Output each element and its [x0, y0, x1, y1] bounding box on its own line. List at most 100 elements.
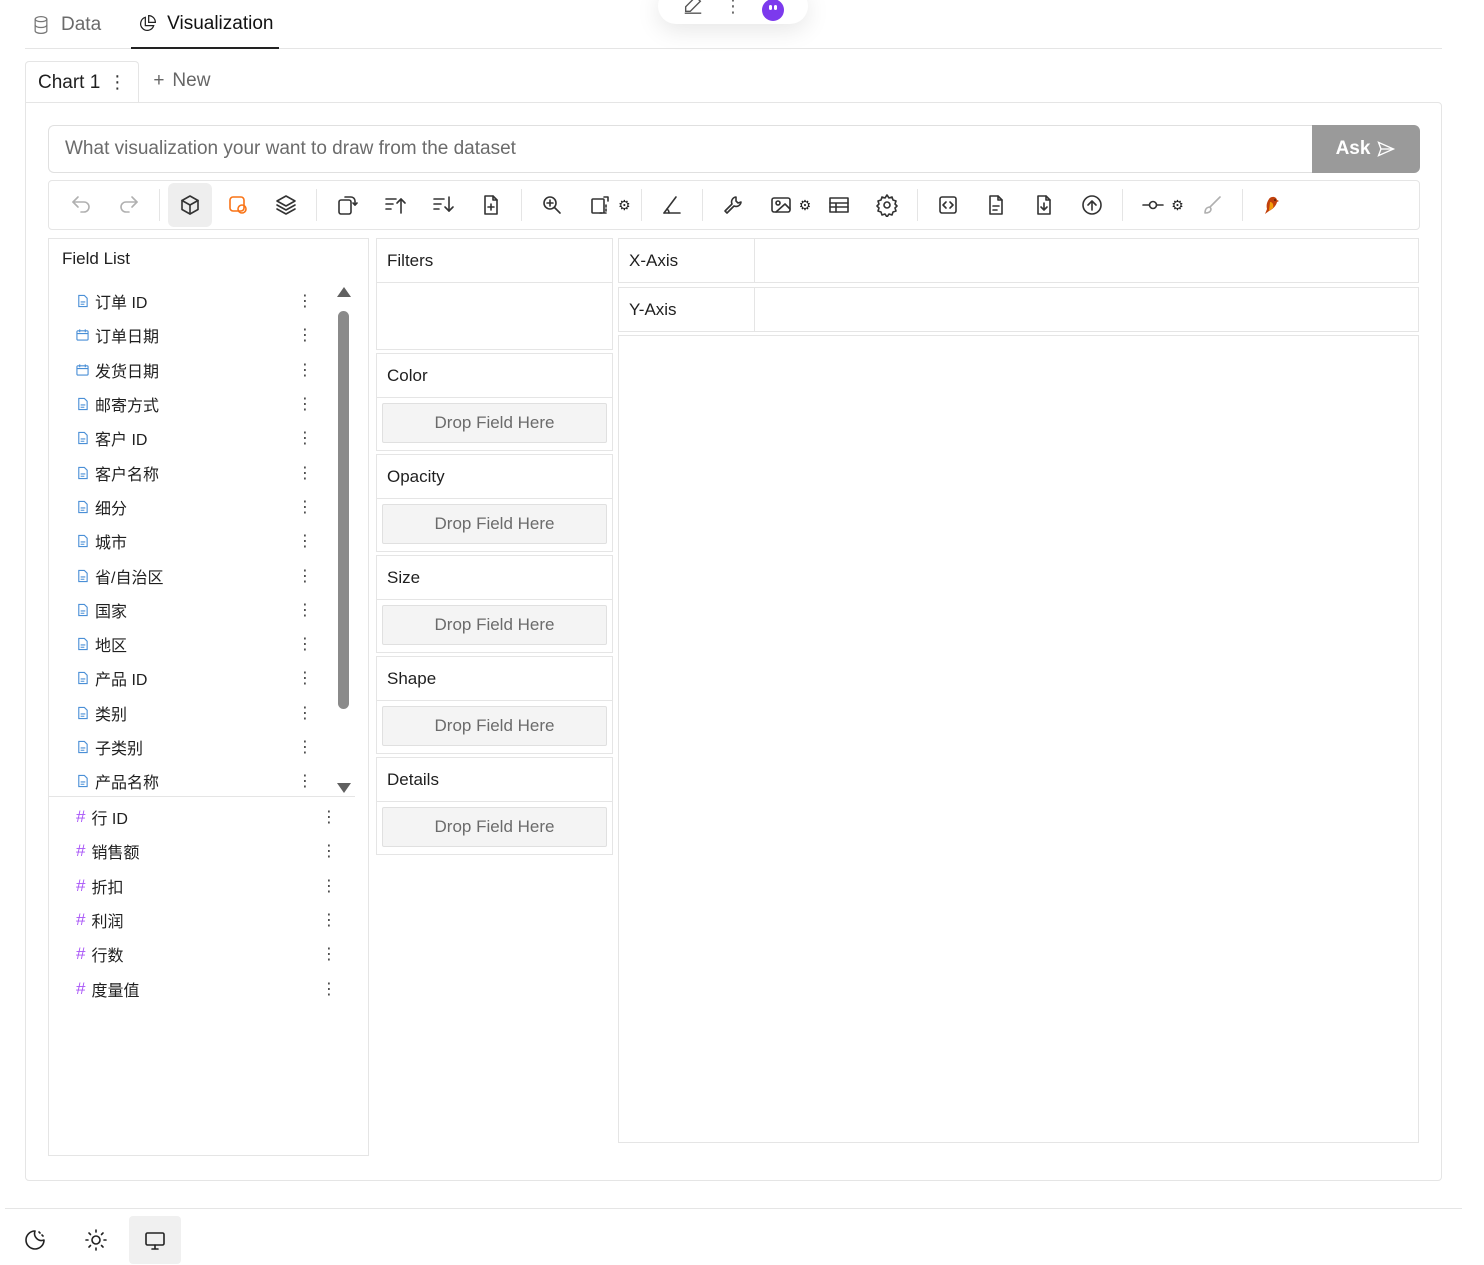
color-title: Color	[377, 354, 612, 398]
ask-input[interactable]	[48, 125, 1312, 173]
field-menu-icon[interactable]: ⋮	[321, 841, 337, 861]
dimension-scrollbar[interactable]	[337, 287, 351, 793]
field-list: Field List 订单 ID ⋮ 订单日期 ⋮ 发货日期 ⋮ 邮寄方式 ⋮ 客户 ID ⋮ 客户…	[48, 238, 369, 1156]
dimension-field[interactable]: 细分 ⋮	[49, 490, 355, 524]
commit-icon	[1142, 200, 1164, 210]
dimension-field[interactable]: 客户名称 ⋮	[49, 455, 355, 489]
table-button[interactable]	[817, 183, 861, 227]
x-axis-drop-zone[interactable]	[755, 239, 1418, 282]
system-mode-button[interactable]	[129, 1216, 181, 1264]
transpose-button[interactable]	[325, 183, 369, 227]
add-file-icon	[484, 195, 498, 215]
scroll-down-arrow-icon[interactable]	[337, 783, 351, 793]
commit-button[interactable]	[1131, 183, 1175, 227]
add-file-button[interactable]	[469, 183, 513, 227]
sort-descending-button[interactable]	[421, 183, 465, 227]
field-menu-icon[interactable]: ⋮	[297, 668, 313, 688]
chart-canvas[interactable]	[618, 335, 1419, 1143]
layers-button[interactable]	[264, 183, 308, 227]
measure-field[interactable]: # 度量值 ⋮	[49, 971, 369, 1005]
field-menu-icon[interactable]: ⋮	[297, 360, 313, 380]
field-menu-icon[interactable]: ⋮	[321, 807, 337, 827]
field-menu-icon[interactable]: ⋮	[297, 291, 313, 311]
dimension-field[interactable]: 邮寄方式 ⋮	[49, 387, 355, 421]
chart-tab-1[interactable]: Chart 1 ⋮	[25, 61, 140, 103]
field-menu-icon[interactable]: ⋮	[297, 771, 313, 791]
field-menu-icon[interactable]: ⋮	[297, 428, 313, 448]
resize-settings-icon[interactable]: ⚙	[618, 197, 631, 214]
shape-drop-zone[interactable]: Drop Field Here	[382, 706, 607, 746]
logo-button[interactable]	[1251, 183, 1295, 227]
image-button[interactable]	[759, 183, 803, 227]
scroll-thumb[interactable]	[338, 311, 349, 709]
field-menu-icon[interactable]: ⋮	[297, 566, 313, 586]
zoom-in-icon	[543, 196, 561, 214]
dimension-field[interactable]: 产品 ID ⋮	[49, 661, 355, 695]
code-button[interactable]	[926, 183, 970, 227]
wrench-button[interactable]	[711, 183, 755, 227]
image-settings-icon[interactable]: ⚙	[799, 197, 812, 214]
tab-visualization[interactable]: Visualization	[131, 0, 280, 49]
dimension-field[interactable]: 子类别 ⋮	[49, 730, 355, 764]
document-button[interactable]	[974, 183, 1018, 227]
toolbar-divider	[316, 189, 317, 221]
dimension-field[interactable]: 国家 ⋮	[49, 593, 355, 627]
field-menu-icon[interactable]: ⋮	[297, 634, 313, 654]
dimension-field[interactable]: 订单 ID ⋮	[49, 284, 355, 318]
y-axis-drop-zone[interactable]	[755, 288, 1418, 331]
dimension-field[interactable]: 产品名称 ⋮	[49, 764, 355, 796]
measure-field[interactable]: # 折扣 ⋮	[49, 869, 369, 903]
field-menu-icon[interactable]: ⋮	[321, 910, 337, 930]
dimension-field[interactable]: 发货日期 ⋮	[49, 353, 355, 387]
field-menu-icon[interactable]: ⋮	[297, 737, 313, 757]
tab-data[interactable]: Data	[25, 0, 107, 49]
field-menu-icon[interactable]: ⋮	[321, 876, 337, 896]
measure-field[interactable]: # 行 ID ⋮	[49, 800, 369, 834]
dimension-field[interactable]: 城市 ⋮	[49, 524, 355, 558]
dark-mode-icon	[25, 1230, 45, 1250]
scroll-up-arrow-icon[interactable]	[337, 287, 351, 297]
size-drop-zone[interactable]: Drop Field Here	[382, 605, 607, 645]
details-drop-zone[interactable]: Drop Field Here	[382, 807, 607, 847]
field-menu-icon[interactable]: ⋮	[321, 979, 337, 999]
sort-ascending-button[interactable]	[373, 183, 417, 227]
download-button[interactable]	[1022, 183, 1066, 227]
measure-field[interactable]: # 行数 ⋮	[49, 937, 369, 971]
cube-button[interactable]	[168, 183, 212, 227]
dimension-field[interactable]: 地区 ⋮	[49, 627, 355, 661]
measure-field[interactable]: # 利润 ⋮	[49, 903, 369, 937]
dark-mode-button[interactable]	[9, 1216, 61, 1264]
settings-button[interactable]	[865, 183, 909, 227]
redo-button[interactable]	[107, 183, 151, 227]
zoom-in-button[interactable]	[530, 183, 574, 227]
field-menu-icon[interactable]: ⋮	[297, 394, 313, 414]
field-menu-icon[interactable]: ⋮	[321, 944, 337, 964]
measure-field[interactable]: # 销售额 ⋮	[49, 834, 369, 868]
opacity-drop-zone[interactable]: Drop Field Here	[382, 504, 607, 544]
dimension-field[interactable]: 客户 ID ⋮	[49, 421, 355, 455]
lasso-button[interactable]	[216, 183, 260, 227]
dimension-field[interactable]: 订单日期 ⋮	[49, 318, 355, 352]
layers-icon	[276, 195, 296, 215]
commit-settings-icon[interactable]: ⚙	[1171, 197, 1184, 214]
field-list-title: Field List	[62, 249, 131, 268]
chart-tab-menu-icon[interactable]: ⋮	[108, 72, 126, 93]
color-drop-zone[interactable]: Drop Field Here	[382, 403, 607, 443]
field-menu-icon[interactable]: ⋮	[297, 497, 313, 517]
upload-button[interactable]	[1070, 183, 1114, 227]
resize-button[interactable]	[578, 183, 622, 227]
dimension-field[interactable]: 省/自治区 ⋮	[49, 558, 355, 592]
ask-button[interactable]: Ask	[1312, 125, 1420, 173]
field-menu-icon[interactable]: ⋮	[297, 325, 313, 345]
field-menu-icon[interactable]: ⋮	[297, 703, 313, 723]
new-chart-button[interactable]: + New	[139, 60, 224, 102]
dimension-field[interactable]: 类别 ⋮	[49, 696, 355, 730]
measure-button[interactable]	[650, 183, 694, 227]
field-menu-icon[interactable]: ⋮	[297, 600, 313, 620]
filters-drop-area[interactable]	[377, 283, 612, 349]
undo-button[interactable]	[59, 183, 103, 227]
field-menu-icon[interactable]: ⋮	[297, 463, 313, 483]
brush-button[interactable]	[1190, 183, 1234, 227]
light-mode-button[interactable]	[70, 1216, 122, 1264]
field-menu-icon[interactable]: ⋮	[297, 531, 313, 551]
